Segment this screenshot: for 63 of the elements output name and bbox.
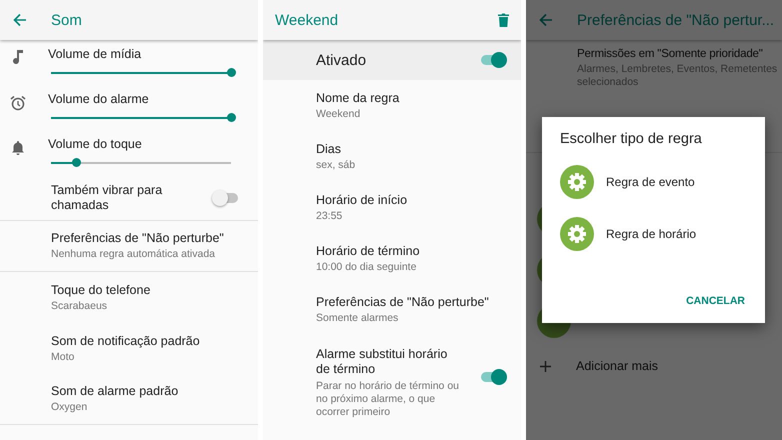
screen-title: Som: [51, 12, 82, 28]
delete-icon[interactable]: [498, 13, 509, 27]
bell-icon: [11, 140, 25, 155]
setting-title: Horário de início: [316, 192, 408, 206]
gear-icon: [560, 165, 594, 199]
dialog-option[interactable]: Regra de evento: [560, 165, 765, 199]
vibrate-switch[interactable]: [212, 190, 238, 206]
slider-thumb[interactable]: [226, 68, 236, 77]
setting-summary: Weekend: [316, 108, 362, 120]
gear-icon: [560, 217, 594, 251]
slider-label: Volume do toque: [48, 137, 143, 151]
setting-summary: Somente alarmes: [316, 312, 400, 324]
settings-item[interactable]: Nome da regra Weekend: [263, 80, 521, 131]
music-note-icon: [13, 50, 23, 64]
cancel-button[interactable]: CANCELAR: [682, 291, 749, 311]
setting-title: Preferências de "Não perturbe": [316, 294, 490, 308]
setting-title: Nome da regra: [316, 90, 400, 104]
setting-title: Toque do telefone: [51, 282, 152, 296]
settings-item[interactable]: Toque do telefone Scarabaeus: [0, 272, 258, 323]
settings-item[interactable]: Dias sex, sáb: [263, 131, 521, 182]
add-rule-item[interactable]: Adicionar mais: [526, 346, 782, 386]
settings-item[interactable]: Som de notificação padrão Moto: [0, 323, 258, 374]
back-arrow-icon[interactable]: [13, 13, 27, 27]
settings-item[interactable]: Horário de término 10:00 do dia seguinte: [263, 233, 521, 284]
setting-title: Som de notificação padrão: [51, 334, 201, 348]
screen-title: Preferências de "Não pertur...: [577, 12, 774, 28]
setting-title: Alarme substitui horário de término: [316, 347, 448, 377]
setting-switch[interactable]: [479, 369, 505, 385]
setting-title: Preferências de "Não perturbe": [51, 231, 225, 245]
switch-label: Ativado: [316, 52, 368, 68]
setting-summary: 23:55: [316, 210, 344, 222]
slider-thumb[interactable]: [226, 113, 236, 122]
slider-label: Volume do alarme: [48, 92, 150, 106]
setting-summary: sex, sáb: [316, 158, 356, 172]
setting-summary: Alarmes, Lembretes, Eventos, Remetentes selecionados: [577, 63, 778, 89]
setting-summary: Moto: [51, 350, 76, 364]
plus-icon: [540, 360, 551, 372]
dialog-title: Escolher tipo de regra: [560, 131, 703, 147]
screen-title: Weekend: [275, 12, 340, 28]
setting-label: Também vibrar para chamadas: [51, 182, 164, 212]
settings-item[interactable]: Som de alarme padrão Oxygen: [0, 374, 258, 425]
settings-item[interactable]: Preferências de "Não perturbe" Somente alarmes: [263, 284, 521, 335]
setting-summary: Oxygen: [51, 401, 88, 414]
setting-summary: Nenhuma regra automática ativada: [51, 248, 216, 261]
setting-summary: Parar no horário de término ou no próximo alarme, o que ocorrer primeiro: [316, 380, 459, 419]
setting-title: Permissões em "Somente prioridade": [577, 47, 764, 60]
enable-switch[interactable]: [479, 52, 505, 68]
add-label: Adicionar mais: [576, 359, 658, 373]
settings-item[interactable]: Permissões em "Somente prioridade" Alarmes, Lembretes, Eventos, Remetentes selecionados: [526, 40, 782, 96]
dialog-option[interactable]: Regra de horário: [560, 217, 765, 251]
slider-thumb[interactable]: [72, 158, 81, 167]
settings-item[interactable]: Horário de início 23:55: [263, 182, 521, 233]
alarm-clock-icon: [10, 95, 26, 111]
back-arrow-icon[interactable]: [539, 13, 553, 27]
option-label: Regra de horário: [606, 227, 696, 241]
setting-title: Horário de término: [316, 244, 421, 258]
slider-label: Volume de mídia: [48, 47, 142, 61]
setting-summary: 10:00 do dia seguinte: [316, 260, 418, 274]
setting-title: Som de alarme padrão: [51, 384, 180, 398]
setting-title: Dias: [316, 142, 342, 156]
settings-item[interactable]: Preferências de "Não perturbe" Nenhuma regra automática ativada: [0, 221, 258, 272]
option-label: Regra de evento: [606, 175, 695, 189]
setting-summary: Scarabaeus: [51, 300, 108, 312]
